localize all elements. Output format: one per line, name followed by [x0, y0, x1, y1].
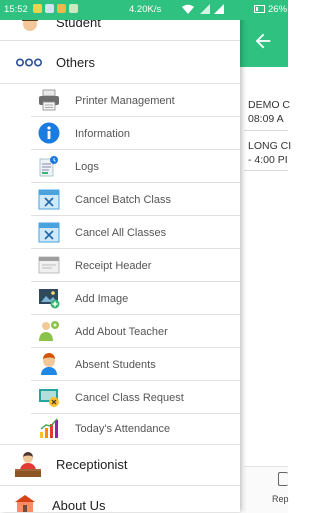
class-item[interactable]: LONG CI - 4:00 PI [248, 139, 308, 167]
menu-item-label: Add Image [75, 293, 129, 305]
divider [244, 170, 288, 171]
drawer-item-label: Others [56, 55, 96, 70]
cancel-request-icon [39, 389, 59, 407]
class-item-title: LONG CI [248, 140, 292, 152]
menu-item-todays-attendance[interactable]: Today's Attendance [0, 414, 240, 444]
menu-item-cancel-all-classes[interactable]: Cancel All Classes [0, 216, 240, 248]
info-icon [38, 122, 60, 144]
receipt-icon [38, 256, 60, 274]
class-item[interactable]: DEMO C 08:09 A [248, 98, 308, 126]
class-item-time: - 4:00 PI [248, 154, 288, 166]
wifi-icon [182, 4, 194, 14]
notification-icon [57, 4, 66, 13]
menu-item-label: Cancel Class Request [75, 392, 184, 404]
attendance-chart-icon [40, 418, 58, 438]
drawer-item-others[interactable]: Others [0, 41, 240, 83]
receptionist-icon [15, 452, 41, 477]
menu-item-cancel-batch-class[interactable]: Cancel Batch Class [0, 183, 240, 215]
add-image-icon [39, 289, 60, 309]
student-icon [41, 353, 57, 375]
menu-item-absent-students[interactable]: Absent Students [0, 348, 240, 380]
signal-icon [200, 4, 210, 14]
menu-item-label: Cancel All Classes [75, 227, 167, 239]
menu-item-label: Information [75, 128, 131, 140]
menu-item-add-about-teacher[interactable]: Add About Teacher [0, 315, 240, 347]
status-bar: 15:52 4.20K/s 26% [0, 0, 288, 20]
menu-item-label: Absent Students [75, 359, 156, 371]
divider [244, 130, 288, 131]
more-icon [16, 58, 42, 67]
battery-percent: 26% [268, 4, 288, 15]
about-us-icon [15, 495, 35, 512]
menu-item-logs[interactable]: Logs [0, 150, 240, 182]
drawer-item-receptionist[interactable]: Receptionist [0, 445, 240, 485]
teacher-info-icon [39, 321, 59, 341]
cancel-calendar-icon [38, 222, 60, 243]
menu-item-label: Cancel Batch Class [75, 194, 171, 206]
cancel-calendar-icon [38, 189, 60, 210]
network-speed: 4.20K/s [129, 4, 162, 15]
notification-icon [33, 4, 42, 13]
drawer-item-label: Receptionist [56, 457, 128, 472]
bottom-nav-label[interactable]: Rep [272, 494, 289, 504]
menu-item-printer-management[interactable]: Printer Management [0, 84, 240, 116]
menu-item-receipt-header[interactable]: Receipt Header [0, 249, 240, 281]
menu-item-label: Receipt Header [75, 260, 152, 272]
menu-item-add-image[interactable]: Add Image [0, 282, 240, 314]
menu-item-label: Logs [75, 161, 99, 173]
signal-icon [214, 4, 224, 14]
class-item-time: 08:09 A [248, 113, 284, 125]
report-icon[interactable] [278, 472, 288, 486]
notification-icon [69, 4, 78, 13]
menu-item-label: Today's Attendance [75, 423, 171, 435]
menu-item-cancel-class-request[interactable]: Cancel Class Request [0, 381, 240, 413]
battery-icon [254, 5, 265, 13]
logs-icon [39, 156, 58, 177]
status-time: 15:52 [4, 4, 28, 15]
menu-item-label: Printer Management [75, 95, 175, 107]
menu-item-label: Add About Teacher [75, 326, 168, 338]
drawer-item-label: About Us [52, 498, 106, 513]
navigation-drawer: Student Others Printer Management Inform… [0, 0, 240, 513]
student-icon [22, 18, 38, 31]
class-item-title: DEMO C [248, 99, 290, 111]
menu-item-information[interactable]: Information [0, 117, 240, 149]
printer-icon [39, 89, 59, 111]
back-arrow-icon[interactable] [252, 30, 274, 52]
drawer-item-about-us[interactable]: About Us [0, 486, 240, 513]
notification-icon [45, 4, 54, 13]
